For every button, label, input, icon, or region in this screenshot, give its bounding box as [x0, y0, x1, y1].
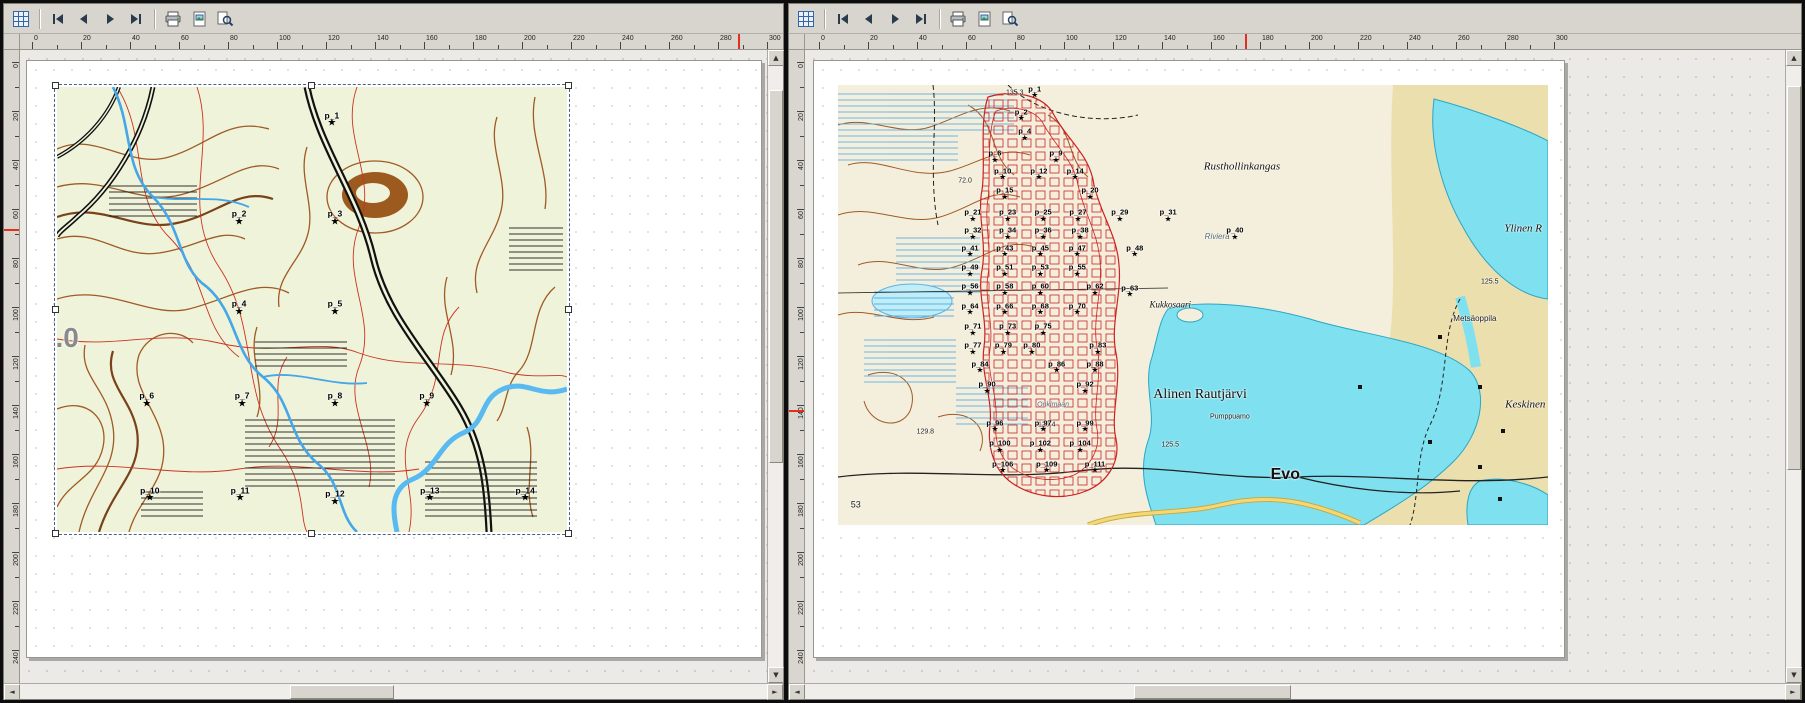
- horizontal-ruler[interactable]: 0204060801001201401601802002202402602803…: [805, 34, 1801, 50]
- composer-grid-button[interactable]: [9, 7, 33, 31]
- map-item[interactable]: .0 p_1★p_2★p_3★p_4★p_5★p_6★p_7★p_8★p_9★p…: [57, 87, 567, 532]
- vertical-scroll-thumb[interactable]: [1787, 86, 1801, 471]
- vertical-ruler[interactable]: 020406080100120140160180200220240: [4, 50, 20, 683]
- print-icon: [949, 11, 967, 27]
- vertical-ruler[interactable]: 020406080100120140160180200220240: [789, 50, 805, 683]
- toolbar-separator: [939, 9, 940, 29]
- vertical-scroll-track[interactable]: [768, 66, 783, 667]
- composition-canvas[interactable]: .0 p_1★p_2★p_3★p_4★p_5★p_6★p_7★p_8★p_9★p…: [20, 50, 767, 683]
- scroll-left-button[interactable]: ◄: [4, 684, 20, 700]
- go-previous-icon: [861, 11, 877, 27]
- go-previous-button[interactable]: [72, 7, 96, 31]
- composer-window-left: 0204060801001201401601802002202402602803…: [3, 3, 784, 700]
- toolbar: [789, 4, 1801, 34]
- export-image-icon: [976, 11, 992, 27]
- scroll-up-button[interactable]: ▲: [1786, 50, 1802, 66]
- ruler-corner: [789, 34, 805, 50]
- resize-handle-s[interactable]: [308, 530, 315, 537]
- scroll-left-button[interactable]: ◄: [789, 684, 805, 700]
- scroll-right-button[interactable]: ►: [767, 684, 783, 700]
- go-first-button[interactable]: [831, 7, 855, 31]
- resize-handle-w[interactable]: [52, 306, 59, 313]
- go-next-icon: [887, 11, 903, 27]
- map-art-topographic: [57, 87, 567, 532]
- vertical-scrollbar[interactable]: ▲ ▼: [767, 50, 783, 683]
- scroll-right-button[interactable]: ►: [1785, 684, 1801, 700]
- toolbar-separator: [39, 9, 40, 29]
- print-button[interactable]: [946, 7, 970, 31]
- horizontal-ruler[interactable]: 0204060801001201401601802002202402602803…: [20, 34, 783, 50]
- horizontal-scroll-thumb[interactable]: [1134, 685, 1291, 699]
- map-item[interactable]: 135.372.0RusthollinkangasRivieraYlinen R…: [838, 85, 1548, 525]
- ruler-row: 0204060801001201401601802002202402602803…: [4, 34, 783, 50]
- export-image-icon: [191, 11, 207, 27]
- map-art-lake-topographic: [838, 85, 1548, 525]
- scroll-down-button[interactable]: ▼: [1786, 667, 1802, 683]
- horizontal-scroll-track[interactable]: [20, 684, 767, 699]
- go-previous-icon: [76, 11, 92, 27]
- zoom-page-icon: [1001, 10, 1019, 27]
- resize-handle-se[interactable]: [565, 530, 572, 537]
- toolbar: [4, 4, 783, 34]
- resize-handle-nw[interactable]: [52, 82, 59, 89]
- go-last-icon: [913, 11, 929, 27]
- go-first-icon: [50, 11, 66, 27]
- print-icon: [164, 11, 182, 27]
- composition-canvas[interactable]: 135.372.0RusthollinkangasRivieraYlinen R…: [805, 50, 1785, 683]
- go-next-button[interactable]: [98, 7, 122, 31]
- print-button[interactable]: [161, 7, 185, 31]
- horizontal-scrollbar[interactable]: ◄ ►: [789, 683, 1801, 699]
- export-image-button[interactable]: [972, 7, 996, 31]
- composer-grid-button[interactable]: [794, 7, 818, 31]
- paper[interactable]: 135.372.0RusthollinkangasRivieraYlinen R…: [813, 60, 1565, 658]
- composer-grid-icon: [12, 10, 30, 28]
- vertical-scroll-thumb[interactable]: [769, 90, 783, 463]
- vertical-scroll-track[interactable]: [1786, 66, 1801, 667]
- vertical-scrollbar[interactable]: ▲ ▼: [1785, 50, 1801, 683]
- toolbar-separator: [154, 9, 155, 29]
- zoom-to-page-button[interactable]: [998, 7, 1022, 31]
- export-image-button[interactable]: [187, 7, 211, 31]
- zoom-to-page-button[interactable]: [213, 7, 237, 31]
- go-next-icon: [102, 11, 118, 27]
- ruler-corner: [4, 34, 20, 50]
- toolbar-separator: [824, 9, 825, 29]
- ruler-row: 0204060801001201401601802002202402602803…: [789, 34, 1801, 50]
- composer-grid-icon: [797, 10, 815, 28]
- resize-handle-ne[interactable]: [565, 82, 572, 89]
- go-last-button[interactable]: [124, 7, 148, 31]
- scroll-up-button[interactable]: ▲: [768, 50, 784, 66]
- zoom-page-icon: [216, 10, 234, 27]
- horizontal-scroll-track[interactable]: [805, 684, 1785, 699]
- paper[interactable]: .0 p_1★p_2★p_3★p_4★p_5★p_6★p_7★p_8★p_9★p…: [26, 60, 762, 658]
- composer-window-right: 0204060801001201401601802002202402602803…: [788, 3, 1802, 700]
- go-first-button[interactable]: [46, 7, 70, 31]
- resize-handle-n[interactable]: [308, 82, 315, 89]
- resize-handle-e[interactable]: [565, 306, 572, 313]
- horizontal-scrollbar[interactable]: ◄ ►: [4, 683, 783, 699]
- go-first-icon: [835, 11, 851, 27]
- go-next-button[interactable]: [883, 7, 907, 31]
- resize-handle-sw[interactable]: [52, 530, 59, 537]
- go-last-icon: [128, 11, 144, 27]
- horizontal-scroll-thumb[interactable]: [290, 685, 395, 699]
- scroll-down-button[interactable]: ▼: [768, 667, 784, 683]
- go-previous-button[interactable]: [857, 7, 881, 31]
- go-last-button[interactable]: [909, 7, 933, 31]
